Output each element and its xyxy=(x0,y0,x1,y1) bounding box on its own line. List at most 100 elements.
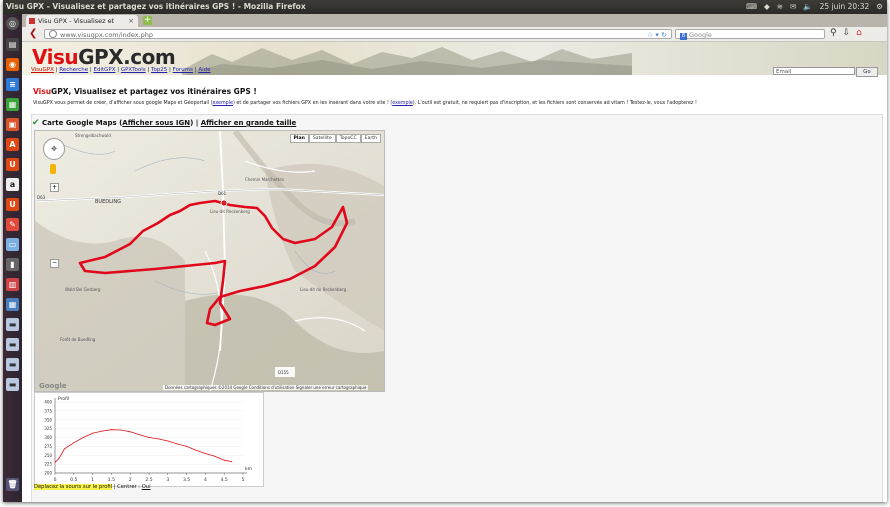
elevation-profile[interactable]: 400 375 350 325 300 275 250 225 200 0 0.5 1 1.5 2 2.5 3… xyxy=(34,392,264,487)
impress-icon[interactable]: ▣ xyxy=(6,118,19,131)
web-page: VisuGPX.com VisuGPX | Recherche | EditGP… xyxy=(22,42,887,502)
profile-chart[interactable]: 400 375 350 325 300 275 250 225 2000 0.5 1 1.5 2 2.5 3… xyxy=(35,393,263,486)
map-type-satellite[interactable]: Satellite xyxy=(308,134,336,143)
intro-text-3: ). L'outil est gratuit, ne requiert pas … xyxy=(412,101,697,106)
search-magnifier-icon[interactable]: ⚲ xyxy=(830,28,837,38)
address-bar[interactable]: www.visugpx.com/index.php ☆ ▾ ↻ xyxy=(44,29,672,39)
start-marker-icon[interactable] xyxy=(220,199,228,207)
intro-example-link-1[interactable]: exemple xyxy=(212,101,233,106)
center-toggle-link[interactable]: Oui xyxy=(142,484,151,490)
google-map[interactable]: Strengelbachwald BUEDLING Lieu-dit Recke… xyxy=(34,130,385,392)
wifi-icon[interactable]: ≋ xyxy=(777,2,783,11)
nav-link-top25[interactable]: Top25 xyxy=(151,67,167,73)
calc-icon[interactable]: ▦ xyxy=(6,98,19,111)
clock[interactable]: 25 juin 20:32 xyxy=(820,2,870,11)
ubuntu-icon[interactable]: U xyxy=(6,198,19,211)
desktop-window: Visu GPX - Visualisez et partagez vos it… xyxy=(3,0,887,502)
system-tray: ⌨ ◆ ≋ ✉ 🔈 25 juin 20:32 ⚙ xyxy=(746,2,883,11)
window-title: Visu GPX - Visualisez et partagez vos it… xyxy=(6,2,306,11)
download-icon[interactable]: ⇩ xyxy=(843,28,851,38)
map-canvas[interactable]: Strengelbachwald BUEDLING Lieu-dit Recke… xyxy=(35,131,384,391)
calendar-icon[interactable]: ▦ xyxy=(6,298,19,311)
trash-icon[interactable]: 🗑 xyxy=(6,478,19,491)
x-tick-label: 0 xyxy=(54,477,57,483)
header-landscape-decoration xyxy=(182,47,632,75)
x-tick-label: 1.5 xyxy=(108,477,115,483)
elevation-point xyxy=(54,461,56,463)
new-tab-button[interactable]: + xyxy=(143,16,152,25)
pan-control-icon[interactable]: ✥ xyxy=(43,138,65,160)
nav-link-recherche[interactable]: Recherche xyxy=(59,67,88,73)
street-view-pegman-icon[interactable] xyxy=(50,164,56,174)
terminal-icon[interactable]: ▮ xyxy=(6,258,19,271)
firefox-icon[interactable]: ◉ xyxy=(6,58,19,71)
drive-icon[interactable]: ▬ xyxy=(6,318,19,331)
x-tick-label: 3 xyxy=(166,477,169,483)
map-type-plan[interactable]: Plan xyxy=(289,134,309,143)
zoom-out-button[interactable]: − xyxy=(50,259,59,268)
email-input[interactable]: Email xyxy=(773,67,855,75)
ubuntu-one-icon[interactable]: U xyxy=(6,158,19,171)
map-type-topocc[interactable]: TopoCC xyxy=(335,134,361,143)
elevation-point xyxy=(58,458,60,460)
chart-app-icon[interactable]: ▥ xyxy=(6,278,19,291)
site-identity-icon[interactable] xyxy=(49,30,57,38)
settings-gear-icon[interactable]: ⚙ xyxy=(876,2,883,11)
map-title-text: Carte Google Maps ( xyxy=(41,119,123,127)
nav-link-aide[interactable]: Aide xyxy=(198,67,210,73)
site-header: VisuGPX.com VisuGPX | Recherche | EditGP… xyxy=(22,42,887,77)
nav-link-editgpx[interactable]: EditGPX xyxy=(93,67,115,73)
elevation-point xyxy=(167,440,169,442)
nav-link-gpxtools[interactable]: GPXTools xyxy=(121,67,146,73)
profile-title: Profil xyxy=(58,396,69,402)
dash-icon[interactable]: ◎ xyxy=(6,17,19,30)
back-arrow-icon[interactable]: ❮ xyxy=(29,29,39,39)
nav-link-forums[interactable]: Forums xyxy=(173,67,193,73)
go-button[interactable]: Go xyxy=(856,67,878,77)
software-center-icon[interactable]: A xyxy=(6,138,19,151)
headline-text: GPX, Visualisez et partagez vos itinérai… xyxy=(51,87,257,96)
drive-2-icon[interactable]: ▬ xyxy=(6,338,19,351)
google-engine-icon[interactable]: 8 xyxy=(680,33,687,40)
tab-close-icon[interactable]: × xyxy=(128,15,134,27)
site-navigation: VisuGPX | Recherche | EditGPX | GPXTools… xyxy=(31,67,211,73)
files-icon[interactable]: ▤ xyxy=(6,38,19,51)
home-icon[interactable]: ⌂ xyxy=(856,28,862,38)
x-tick-label: 4 xyxy=(204,477,207,483)
elevation-point xyxy=(110,429,112,431)
google-logo[interactable]: Google xyxy=(39,382,67,390)
y-tick-label: 300 xyxy=(44,435,52,440)
amazon-icon[interactable]: a xyxy=(6,178,19,191)
logo-gpx-text: GPX.com xyxy=(78,45,176,69)
mail-icon[interactable]: ✉ xyxy=(790,2,796,11)
site-logo[interactable]: VisuGPX.com xyxy=(32,45,176,69)
map-type-earth[interactable]: Earth xyxy=(360,134,381,143)
monitor-icon[interactable]: ▭ xyxy=(6,238,19,251)
keyboard-icon[interactable]: ⌨ xyxy=(746,2,757,11)
zoom-in-button[interactable]: + xyxy=(50,183,59,192)
writer-icon[interactable]: ≡ xyxy=(6,78,19,91)
intro-example-link-2[interactable]: exemple xyxy=(392,101,413,106)
y-tick-label: 225 xyxy=(44,462,52,467)
reload-icon[interactable]: ☆ ▾ ↻ xyxy=(647,30,667,40)
intro-text-2: ) et de partager vos fichiers GPX en les… xyxy=(232,101,393,106)
x-tick-label: 5 xyxy=(242,477,245,483)
map-copyright[interactable]: Données cartographiques ©2014 Google Con… xyxy=(163,385,369,390)
browser-tab[interactable]: Visu GPX - Visualisez et partag... × xyxy=(26,15,138,37)
map-title-separator: ) | xyxy=(190,119,201,127)
volume-icon[interactable]: 🔈 xyxy=(803,2,812,11)
show-large-link[interactable]: Afficher en grande taille xyxy=(201,119,297,127)
dropbox-icon[interactable]: ◆ xyxy=(764,2,770,11)
drive-3-icon[interactable]: ▬ xyxy=(6,358,19,371)
tools-icon[interactable]: ✎ xyxy=(6,218,19,231)
show-ign-link[interactable]: Afficher sous IGN xyxy=(122,119,190,127)
drive-4-icon[interactable]: ▬ xyxy=(6,378,19,391)
elevation-point xyxy=(186,445,188,447)
map-label-buedling: BUEDLING xyxy=(95,199,121,205)
nav-link-visugpx[interactable]: VisuGPX xyxy=(31,67,54,73)
y-tick-label: 400 xyxy=(44,400,52,405)
logo-visu-text: Visu xyxy=(32,45,79,69)
search-bar[interactable]: 8 Google xyxy=(675,29,825,40)
map-label-reckenberg: Lieu-dit Reckenberg xyxy=(210,209,250,214)
elevation-point xyxy=(120,429,122,431)
